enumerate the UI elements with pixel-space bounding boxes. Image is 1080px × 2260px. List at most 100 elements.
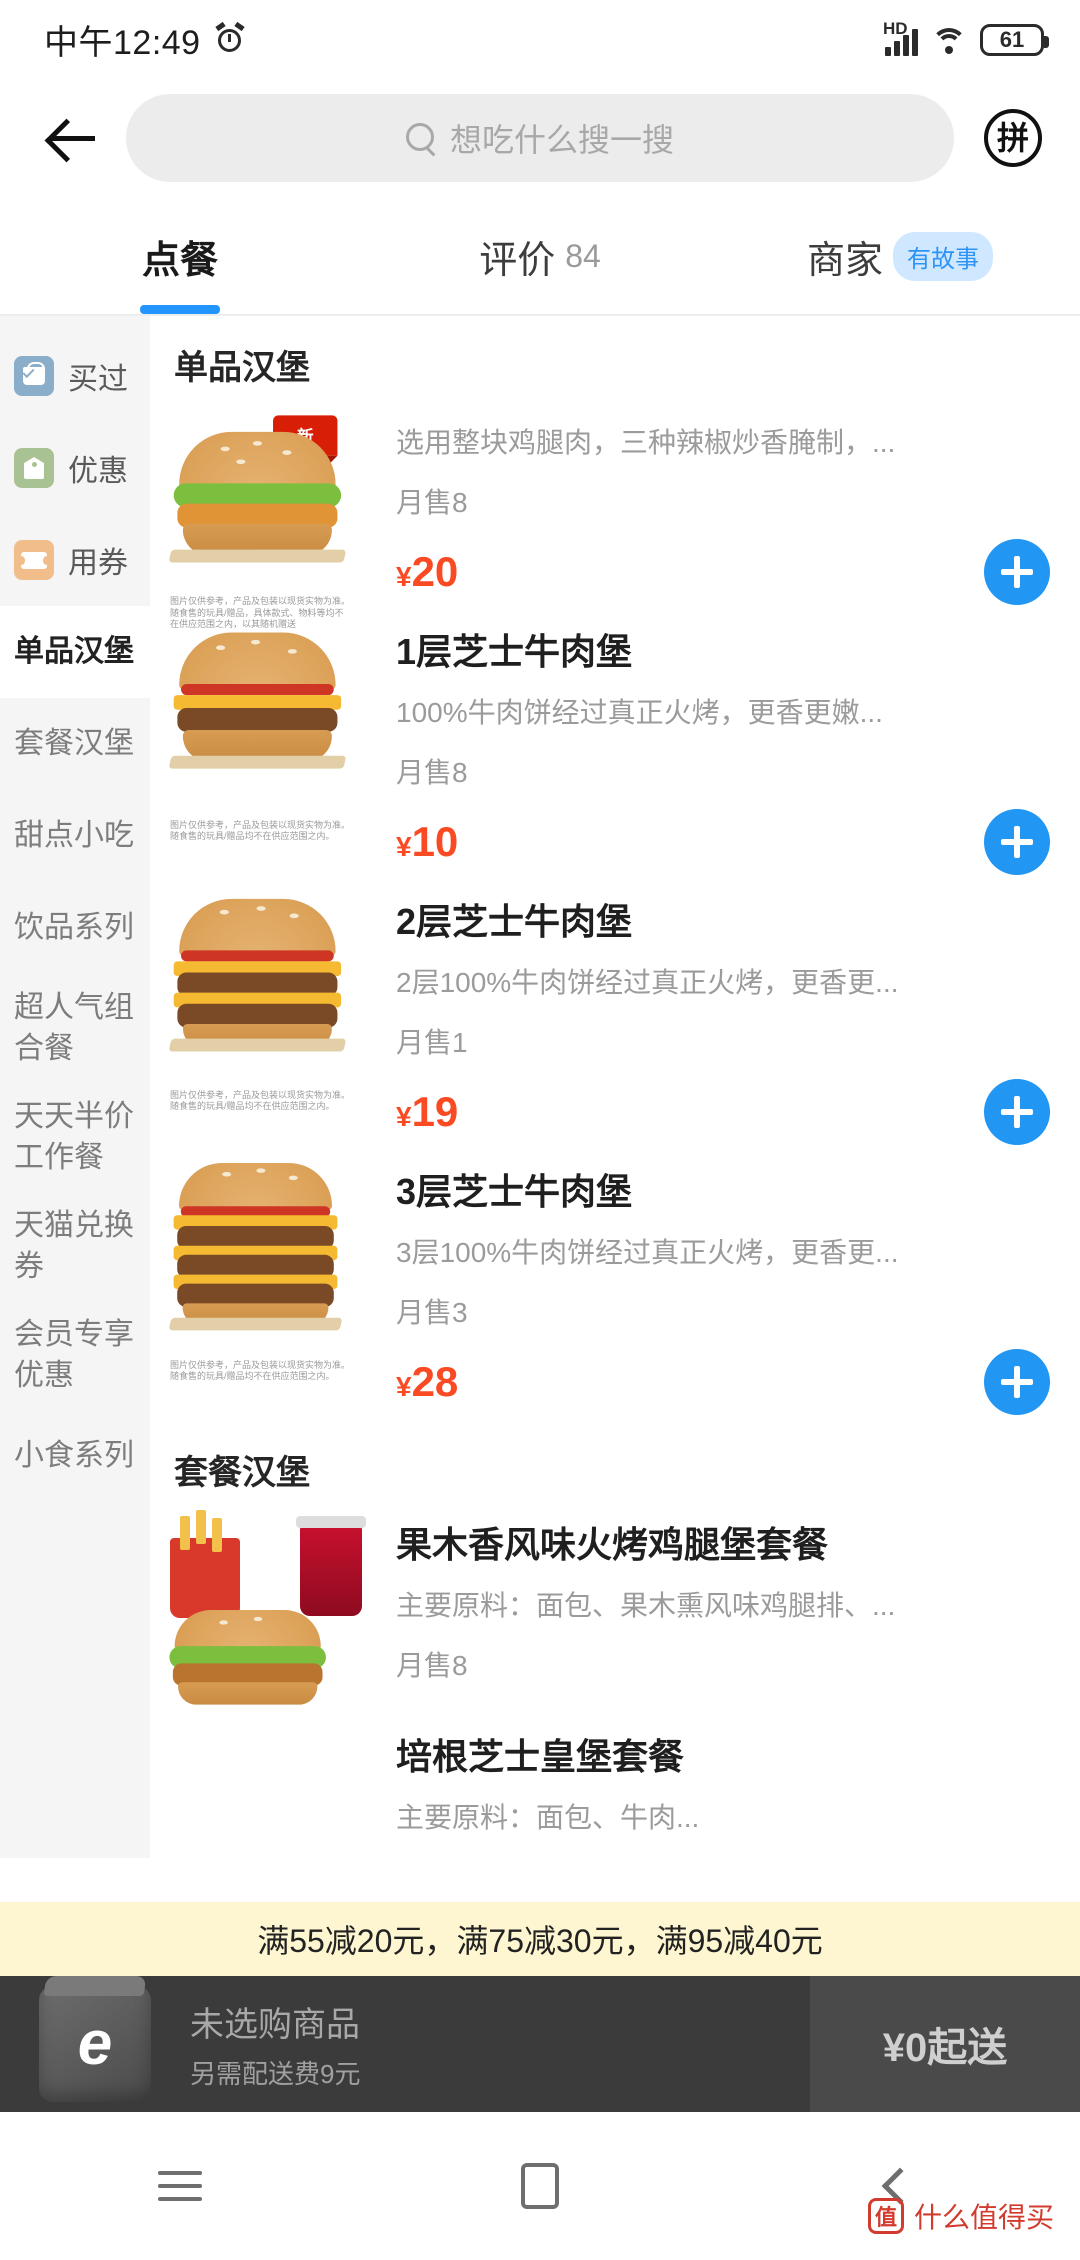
price-value: 28 <box>411 1358 459 1405</box>
product-fineprint: 图片仅供参考，产品及包装以现货实物为准。随食售的玩具/赠品均不在供应范围之内。 <box>170 1089 351 1112</box>
section-title-combo-burger: 套餐汉堡 <box>174 1454 310 1492</box>
sidebar-item-discount[interactable]: 优惠 <box>0 422 150 514</box>
product-row[interactable]: 新 图片仅供参考，产品及包装以现货实物为准。随食售的玩具/赠品，具体款式、物料等… <box>150 399 1080 629</box>
menu-icon <box>158 2171 202 2201</box>
fries-icon <box>170 1510 240 1618</box>
tab-merchant[interactable]: 商家 有故事 <box>720 198 1080 314</box>
product-desc: 主要原料：面包、牛肉... <box>396 1802 700 1833</box>
add-to-cart-button[interactable] <box>984 539 1050 605</box>
product-list[interactable]: 单品汉堡 新 <box>150 316 1080 1858</box>
tab-merchant-label: 商家 <box>806 239 883 282</box>
product-info: 选用整块鸡腿肉，三种辣椒炒香腌制，... 月售8 ¥20 <box>374 405 1050 605</box>
product-image <box>164 1722 374 1858</box>
tab-bar: 点餐 评价 84 商家 有故事 <box>0 198 1080 316</box>
product-row[interactable]: 果木香风味火烤鸡腿堡套餐 主要原料：面包、果木熏风味鸡腿排、... 月售8 <box>150 1504 1080 1716</box>
tab-reviews-label: 评价 <box>479 239 556 282</box>
product-row[interactable]: 图片仅供参考，产品及包装以现货实物为准。随食售的玩具/赠品均不在供应范围之内。 … <box>150 881 1080 1151</box>
sidebar-item-member-offer[interactable]: 会员专享优惠 <box>0 1301 150 1410</box>
add-to-cart-button[interactable] <box>984 809 1050 875</box>
sidebar-item-half-price-meal[interactable]: 天天半价工作餐 <box>0 1083 150 1192</box>
product-name: 1层芝士牛肉堡 <box>396 631 633 672</box>
product-price: ¥28 <box>396 1358 458 1406</box>
search-placeholder: 想吃什么搜一搜 <box>449 122 674 158</box>
product-image: 图片仅供参考，产品及包装以现货实物为准。随食售的玩具/赠品均不在供应范围之内。 <box>164 887 374 1111</box>
sidebar-item-desserts[interactable]: 甜点小吃 <box>0 790 150 882</box>
sidebar-item-tmall-coupon[interactable]: 天猫兑换券 <box>0 1192 150 1301</box>
promo-banner-text: 满55减20元，满75减30元，满95减40元 <box>257 1923 823 1959</box>
back-button[interactable] <box>24 90 120 186</box>
product-image <box>164 1510 374 1710</box>
product-name: 3层芝士牛肉堡 <box>396 1171 633 1212</box>
product-row[interactable]: 图片仅供参考，产品及包装以现货实物为准。随食售的玩具/赠品均不在供应范围之内。 … <box>150 1151 1080 1421</box>
watermark: 值 什么值得买 <box>867 2196 1054 2236</box>
cart-bar: e 未选购商品 另需配送费9元 ¥0起送 <box>0 1976 1080 2112</box>
content-area: 买过 优惠 用券 单品汉堡 套餐汉堡 甜点小吃 饮品系列 超人气组合餐 天天半价… <box>0 316 1080 1858</box>
search-input[interactable]: 想吃什么搜一搜 <box>126 94 954 182</box>
promo-banner[interactable]: 满55减20元，满75减30元，满95减40元 <box>0 1902 1080 1976</box>
tab-order-label: 点餐 <box>141 239 218 282</box>
product-row[interactable]: 培根芝士皇堡套餐 主要原料：面包、牛肉... <box>150 1716 1080 1858</box>
product-image: 新 图片仅供参考，产品及包装以现货实物为准。随食售的玩具/赠品，具体款式、物料等… <box>164 405 374 629</box>
product-image: 图片仅供参考，产品及包装以现货实物为准。随食售的玩具/赠品均不在供应范围之内。 <box>164 617 374 841</box>
checkout-button[interactable]: ¥0起送 <box>810 1976 1080 2112</box>
currency-symbol: ¥ <box>396 1371 412 1402</box>
sidebar-item-bought[interactable]: 买过 <box>0 330 150 422</box>
tab-order[interactable]: 点餐 <box>0 198 360 314</box>
price-value: 19 <box>411 1088 459 1135</box>
product-info: 果木香风味火烤鸡腿堡套餐 主要原料：面包、果木熏风味鸡腿排、... 月售8 <box>374 1510 1050 1710</box>
tab-reviews[interactable]: 评价 84 <box>360 198 720 314</box>
shopping-bag-check-icon <box>14 356 54 396</box>
app-screen: 中午12:49 HD 61 想吃什么搜一搜 拼 点餐 评价 84 商家 有故事 … <box>0 0 1080 2260</box>
tab-active-underline <box>140 305 220 314</box>
product-row[interactable]: 图片仅供参考，产品及包装以现货实物为准。随食售的玩具/赠品均不在供应范围之内。 … <box>150 611 1080 881</box>
home-icon <box>521 2163 559 2209</box>
sidebar-item-popular-combo[interactable]: 超人气组合餐 <box>0 974 150 1083</box>
back-arrow-icon <box>49 115 95 161</box>
sidebar-item-drinks[interactable]: 饮品系列 <box>0 882 150 974</box>
battery-level: 61 <box>999 26 1025 52</box>
add-to-cart-button[interactable] <box>984 1079 1050 1145</box>
product-fineprint: 图片仅供参考，产品及包装以现货实物为准。随食售的玩具/赠品均不在供应范围之内。 <box>170 819 351 842</box>
sidebar-item-coupon[interactable]: 用券 <box>0 514 150 606</box>
product-info: 3层芝士牛肉堡 3层100%牛肉饼经过真正火烤，更香更... 月售3 ¥28 <box>374 1157 1050 1415</box>
currency-symbol: ¥ <box>396 561 412 592</box>
product-desc: 2层100%牛肉饼经过真正火烤，更香更... <box>396 967 899 998</box>
status-bar-left: 中午12:49 <box>44 15 245 64</box>
product-price-row: ¥20 <box>396 539 1050 605</box>
top-search-bar: 想吃什么搜一搜 拼 <box>0 78 1080 198</box>
group-buy-button[interactable]: 拼 <box>970 95 1056 181</box>
nav-recent-button[interactable] <box>120 2136 240 2236</box>
merchant-story-badge: 有故事 <box>893 231 993 281</box>
status-bar: 中午12:49 HD 61 <box>0 0 1080 78</box>
sidebar-item-snacks[interactable]: 小食系列 <box>0 1410 150 1502</box>
product-image: 图片仅供参考，产品及包装以现货实物为准。随食售的玩具/赠品均不在供应范围之内。 <box>164 1157 374 1381</box>
product-info: 2层芝士牛肉堡 2层100%牛肉饼经过真正火烤，更香更... 月售1 ¥19 <box>374 887 1050 1145</box>
category-sidebar[interactable]: 买过 优惠 用券 单品汉堡 套餐汉堡 甜点小吃 饮品系列 超人气组合餐 天天半价… <box>0 316 150 1858</box>
price-value: 10 <box>411 818 459 865</box>
hd-label: HD <box>883 18 908 38</box>
product-price: ¥19 <box>396 1088 458 1136</box>
sidebar-item-single-burger[interactable]: 单品汉堡 <box>0 606 150 698</box>
add-to-cart-button[interactable] <box>984 1349 1050 1415</box>
product-name: 2层芝士牛肉堡 <box>396 901 633 942</box>
product-desc: 3层100%牛肉饼经过真正火烤，更香更... <box>396 1237 899 1268</box>
tab-reviews-count: 84 <box>565 237 601 274</box>
pin-icon: 拼 <box>984 109 1042 167</box>
cart-box-icon: e <box>39 1976 151 2102</box>
sidebar-item-combo-burger[interactable]: 套餐汉堡 <box>0 698 150 790</box>
product-price: ¥10 <box>396 818 458 866</box>
product-price-row: ¥28 <box>396 1349 1050 1415</box>
system-nav-bar <box>0 2112 1080 2260</box>
product-sales: 月售1 <box>396 1027 468 1058</box>
sidebar-quick-section: 买过 优惠 用券 <box>0 316 150 606</box>
product-sales: 月售8 <box>396 757 468 788</box>
nav-home-button[interactable] <box>480 2136 600 2236</box>
section-title-single-burger: 单品汉堡 <box>174 349 310 387</box>
cart-button[interactable]: e <box>0 1976 190 2102</box>
alarm-icon <box>214 21 245 54</box>
search-icon <box>405 123 436 153</box>
coupon-ticket-icon <box>14 540 54 580</box>
product-price-row: ¥10 <box>396 809 1050 875</box>
discount-tag-icon <box>14 448 54 488</box>
signal-bars-icon: HD <box>883 19 918 56</box>
